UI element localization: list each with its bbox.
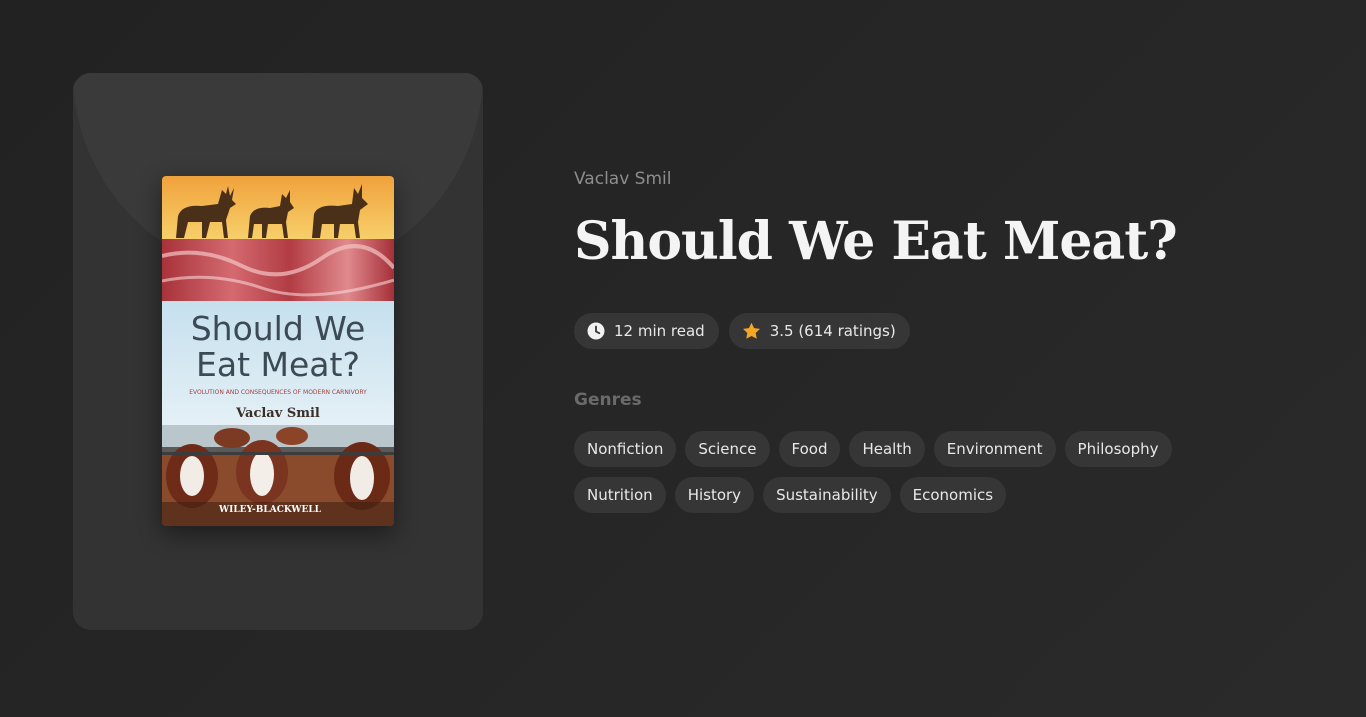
star-icon <box>742 322 761 340</box>
genre-chip[interactable]: Sustainability <box>763 477 891 513</box>
cover-subtitle: EVOLUTION AND CONSEQUENCES OF MODERN CAR… <box>189 389 367 396</box>
clock-icon <box>587 322 605 340</box>
genre-list: Nonfiction Science Food Health Environme… <box>574 431 1214 513</box>
read-time-text: 12 min read <box>614 322 705 340</box>
book-info: Vaclav Smil Should We Eat Meat? 12 min r… <box>574 160 1314 513</box>
cover-card: Should We Eat Meat? EVOLUTION AND CONSEQ… <box>73 73 483 630</box>
genre-chip[interactable]: Philosophy <box>1064 431 1172 467</box>
book-detail-page: Should We Eat Meat? EVOLUTION AND CONSEQ… <box>0 0 1366 717</box>
genre-chip[interactable]: Food <box>778 431 841 467</box>
meta-row: 12 min read 3.5 (614 ratings) <box>574 313 1314 349</box>
genre-chip[interactable]: Nonfiction <box>574 431 677 467</box>
genres-label: Genres <box>574 390 642 410</box>
book-cover-image: Should We Eat Meat? EVOLUTION AND CONSEQ… <box>162 176 394 526</box>
cover-title-line2: Eat Meat? <box>196 345 360 384</box>
cover-author: Vaclav Smil <box>235 406 320 421</box>
genre-chip[interactable]: History <box>674 477 755 513</box>
cover-publisher: WILEY-BLACKWELL <box>218 505 322 515</box>
rating-text: 3.5 (614 ratings) <box>769 322 896 340</box>
book-title: Should We Eat Meat? <box>574 211 1178 272</box>
genre-chip[interactable]: Environment <box>933 431 1056 467</box>
genre-chip[interactable]: Health <box>849 431 925 467</box>
cover-title-line1: Should We <box>191 309 366 348</box>
genre-chip[interactable]: Nutrition <box>574 477 666 513</box>
rating-chip: 3.5 (614 ratings) <box>728 313 910 349</box>
read-time-chip: 12 min read <box>574 313 719 349</box>
book-author: Vaclav Smil <box>574 169 672 189</box>
genre-chip[interactable]: Science <box>685 431 770 467</box>
genre-chip[interactable]: Economics <box>899 477 1007 513</box>
